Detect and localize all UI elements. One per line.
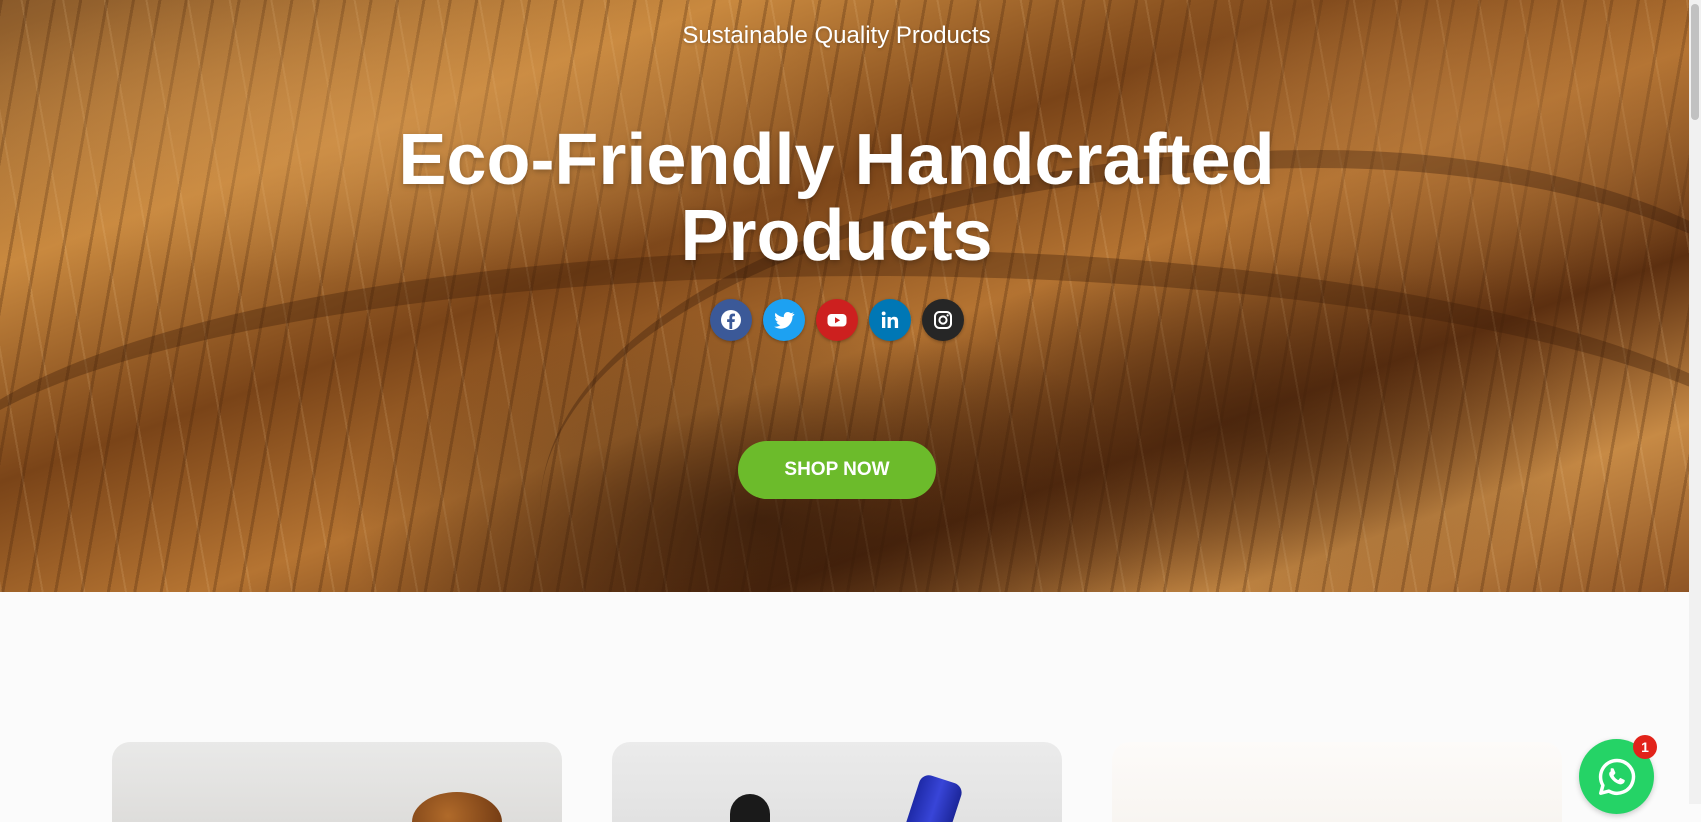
hero-headline: Eco-Friendly Handcrafted Products bbox=[0, 122, 1673, 274]
hero-headline-line-1: Eco-Friendly Handcrafted bbox=[398, 120, 1275, 200]
facebook-link[interactable] bbox=[710, 299, 752, 341]
whatsapp-unread-badge: 1 bbox=[1633, 735, 1657, 759]
product-card-3[interactable] bbox=[1112, 742, 1562, 822]
youtube-icon bbox=[827, 314, 847, 327]
linkedin-link[interactable] bbox=[869, 299, 911, 341]
shop-now-button[interactable]: SHOP NOW bbox=[738, 441, 936, 499]
hero-banner: Sustainable Quality Products Eco-Friendl… bbox=[0, 0, 1689, 592]
linkedin-icon bbox=[881, 311, 899, 328]
youtube-link[interactable] bbox=[816, 299, 858, 341]
product-image-black-cap bbox=[730, 794, 770, 822]
product-image-blue-bottle bbox=[903, 772, 965, 822]
instagram-icon bbox=[934, 311, 952, 329]
product-image-wooden-item bbox=[412, 792, 502, 822]
twitter-link[interactable] bbox=[763, 299, 805, 341]
page-scrollbar[interactable] bbox=[1689, 0, 1701, 804]
social-links bbox=[710, 299, 964, 341]
hero-tagline: Sustainable Quality Products bbox=[682, 22, 991, 49]
whatsapp-icon bbox=[1598, 758, 1635, 795]
scrollbar-thumb[interactable] bbox=[1691, 4, 1699, 120]
twitter-icon bbox=[774, 312, 795, 329]
facebook-icon bbox=[721, 310, 741, 330]
product-card-2[interactable] bbox=[612, 742, 1062, 822]
instagram-link[interactable] bbox=[922, 299, 964, 341]
product-card-1[interactable] bbox=[112, 742, 562, 822]
hero-headline-line-2: Products bbox=[680, 196, 993, 276]
